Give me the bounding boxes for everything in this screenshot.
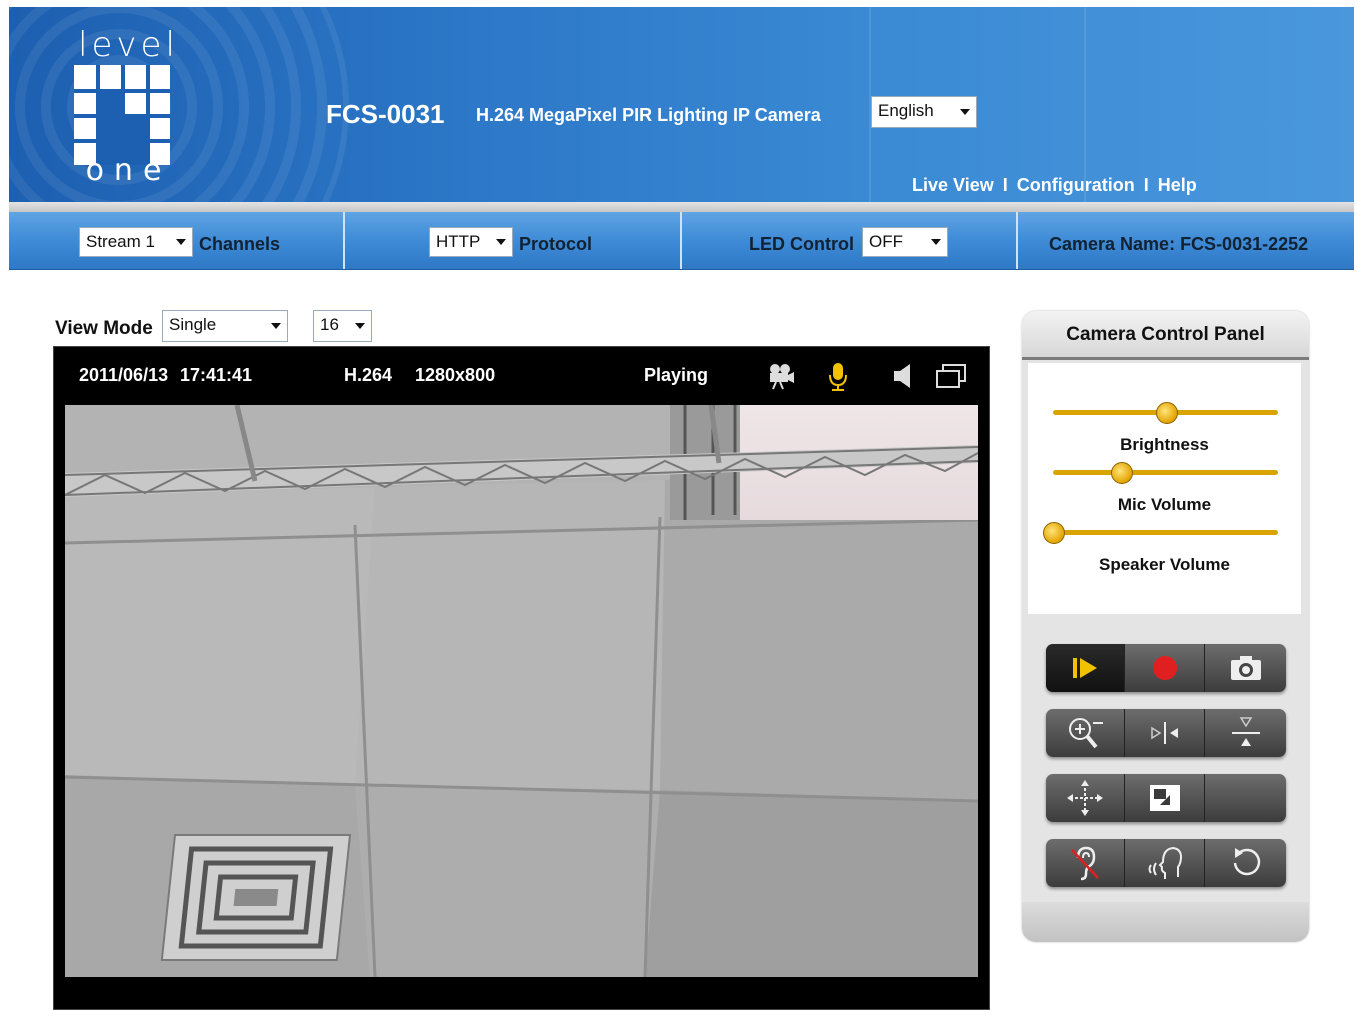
header-divider [9, 202, 1354, 212]
listen-button[interactable] [1046, 839, 1125, 887]
mute-listen-icon [1071, 846, 1099, 881]
view-count-select[interactable]: 16 [313, 310, 372, 342]
nav-configuration[interactable]: Configuration [1017, 175, 1135, 195]
led-value: OFF [869, 232, 903, 251]
product-title: H.264 MegaPixel PIR Lighting IP Camera [476, 105, 821, 125]
nav-separator: I [1002, 175, 1008, 195]
bar-divider [343, 212, 345, 269]
multi-window-icon[interactable] [934, 361, 968, 391]
video-time: 17:41:41 [180, 365, 253, 385]
speaker-icon[interactable] [892, 361, 914, 391]
chevron-down-icon [960, 109, 970, 115]
speaker-volume-slider[interactable] [1053, 530, 1278, 535]
chevron-down-icon [931, 239, 941, 245]
model-name: FCS-0031 [326, 99, 445, 129]
control-row-playback [1046, 644, 1286, 692]
brightness-knob[interactable] [1155, 402, 1178, 424]
logo-text-bottom: one [85, 153, 172, 188]
logo-text-top: level [78, 25, 179, 65]
control-panel-footer [1022, 902, 1309, 942]
chevron-down-icon [355, 323, 365, 329]
speaker-volume-label: Speaker Volume [1098, 555, 1231, 574]
slider-group: Brightness Mic Volume Speaker Volume [1028, 363, 1301, 614]
play-icon [1073, 658, 1097, 678]
talk-icon [1148, 846, 1183, 879]
channel-bar: Stream 1 Channels HTTP Protocol LED Cont… [9, 212, 1354, 270]
control-panel-header: Camera Control Panel [1022, 311, 1309, 360]
flip-horizontal-button[interactable] [1126, 709, 1205, 757]
snapshot-icon [1230, 656, 1261, 680]
header-shade [1084, 7, 1086, 202]
bar-divider [1016, 212, 1018, 269]
record-icon [1153, 656, 1177, 680]
video-status: Playing [644, 365, 709, 385]
video-date: 2011/06/13 [79, 365, 169, 385]
control-row-image [1046, 709, 1286, 757]
play-button[interactable] [1046, 644, 1125, 692]
stream-select[interactable]: Stream 1 [79, 227, 193, 257]
chevron-down-icon [496, 239, 506, 245]
view-count-value: 16 [320, 315, 339, 334]
logo-grid-icon [74, 65, 170, 165]
video-resolution: 1280x800 [415, 365, 496, 385]
control-row-audio [1046, 839, 1286, 887]
brightness-label: Brightness [1120, 435, 1209, 454]
protocol-label: Protocol [519, 234, 593, 254]
window-icon [1150, 785, 1180, 811]
reset-icon [1233, 848, 1260, 876]
control-panel-title: Camera Control Panel [1066, 324, 1265, 345]
microphone-icon[interactable] [826, 361, 850, 393]
mic-volume-knob[interactable] [1110, 462, 1133, 484]
language-value: English [878, 101, 934, 120]
talk-button[interactable] [1126, 839, 1205, 887]
chevron-down-icon [271, 323, 281, 329]
control-row-view [1046, 774, 1286, 822]
pan-icon [1067, 780, 1103, 816]
nav-separator: I [1143, 175, 1149, 195]
top-nav: Live View I Configuration I Help [912, 175, 1197, 196]
language-select[interactable]: English [871, 96, 977, 128]
mic-volume-label: Mic Volume [1117, 495, 1212, 514]
flip-horizontal-icon [1151, 722, 1178, 744]
levelone-logo: level one [71, 25, 186, 190]
snapshot-button[interactable] [1206, 644, 1285, 692]
chevron-down-icon [176, 239, 186, 245]
zoom-icon [1069, 718, 1103, 749]
view-mode-value: Single [169, 315, 217, 334]
nav-help[interactable]: Help [1158, 175, 1197, 195]
led-control-select[interactable]: OFF [862, 227, 948, 257]
protocol-value: HTTP [436, 232, 481, 251]
bar-divider [680, 212, 682, 269]
video-camera-icon[interactable] [766, 361, 796, 391]
window-button[interactable] [1126, 774, 1205, 822]
view-mode-select[interactable]: Single [162, 310, 288, 342]
blank-button [1206, 774, 1285, 822]
camera-image [65, 405, 978, 977]
zoom-button[interactable] [1046, 709, 1125, 757]
camera-feed[interactable] [65, 405, 978, 977]
record-button[interactable] [1126, 644, 1205, 692]
header-banner: level one FCS-0031 H.264 MegaPixel PIR L… [9, 7, 1354, 202]
nav-live-view[interactable]: Live View [912, 175, 994, 195]
stream-value: Stream 1 [86, 232, 155, 251]
camera-name: Camera Name: FCS-0031-2252 [1049, 234, 1309, 254]
reset-button[interactable] [1206, 839, 1285, 887]
protocol-select[interactable]: HTTP [429, 227, 513, 257]
channels-label: Channels [199, 234, 281, 254]
camera-control-panel: Camera Control Panel Brightness Mic Volu… [1022, 311, 1309, 942]
speaker-volume-knob[interactable] [1043, 522, 1065, 544]
video-codec: H.264 [344, 365, 393, 385]
led-control-label: LED Control [749, 234, 854, 254]
mic-volume-slider[interactable] [1053, 470, 1278, 475]
video-player: 2011/06/13 17:41:41 H.264 1280x800 Playi… [53, 346, 990, 1010]
view-mode-label: View Mode [55, 318, 153, 339]
pan-button[interactable] [1046, 774, 1125, 822]
flip-vertical-icon [1231, 717, 1260, 746]
flip-vertical-button[interactable] [1206, 709, 1285, 757]
